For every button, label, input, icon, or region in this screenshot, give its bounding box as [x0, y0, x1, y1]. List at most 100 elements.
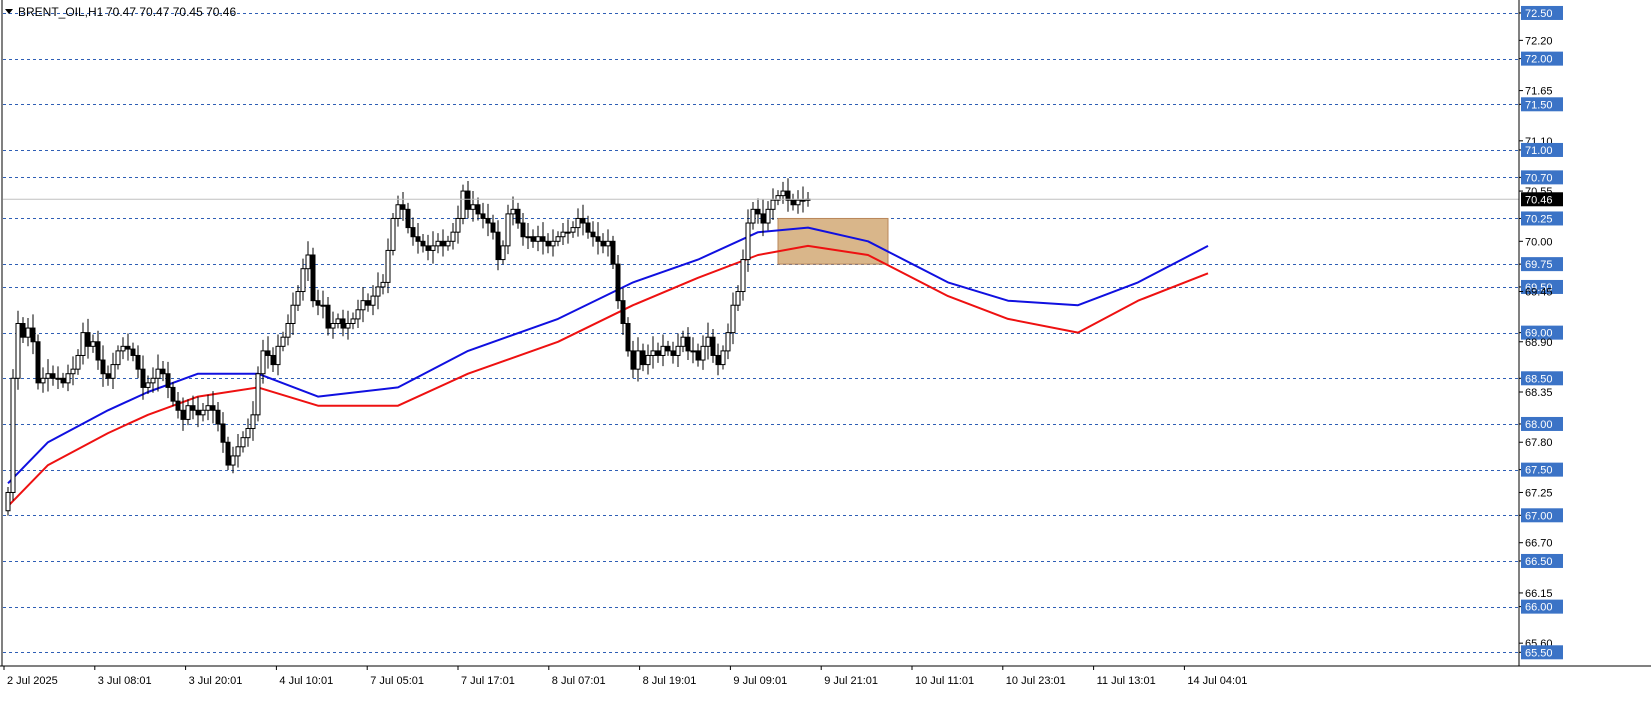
price-tick-label: 67.80: [1525, 437, 1553, 449]
price-tick-label: 66.15: [1525, 588, 1553, 600]
bear-candle: [540, 236, 546, 242]
price-tick-label: 68.35: [1525, 387, 1553, 399]
bull-candle: [645, 354, 651, 366]
bear-candle: [95, 341, 101, 361]
time-tick-label: 3 Jul 20:01: [189, 675, 243, 687]
bull-candle: [500, 245, 506, 261]
bull-candle: [335, 318, 341, 324]
bull-candle: [70, 368, 76, 375]
bull-candle: [235, 446, 241, 457]
bull-candle: [185, 405, 191, 420]
bull-candle: [535, 236, 541, 242]
bear-candle: [410, 227, 416, 238]
bull-candle: [795, 199, 801, 206]
price-tick-label: 72.00: [1525, 54, 1553, 66]
price-tick-label: 65.50: [1525, 647, 1553, 659]
bear-candle: [135, 354, 141, 370]
bear-candle: [760, 213, 766, 224]
bull-candle: [395, 204, 401, 219]
bear-candle: [580, 217, 586, 224]
bull-candle: [445, 240, 451, 247]
bull-candle: [635, 350, 641, 370]
bull-candle: [260, 350, 266, 375]
bull-candle: [205, 405, 211, 411]
bear-candle: [210, 405, 216, 411]
bear-candle: [440, 240, 446, 247]
bull-candle: [380, 281, 386, 288]
bear-candle: [465, 190, 471, 210]
bull-candle: [115, 350, 121, 366]
bear-candle: [585, 222, 591, 233]
bear-candle: [195, 409, 201, 416]
bull-candle: [250, 414, 256, 430]
bull-candle: [560, 231, 566, 238]
time-tick-label: 11 Jul 13:01: [1097, 675, 1156, 687]
bear-candle: [715, 354, 721, 366]
bull-candle: [435, 240, 441, 247]
bear-candle: [325, 304, 331, 329]
time-tick-label: 7 Jul 05:01: [370, 675, 424, 687]
bear-candle: [400, 204, 406, 210]
bear-candle: [50, 373, 56, 379]
bull-candle: [430, 245, 436, 251]
bear-candle: [755, 208, 761, 215]
price-tick-label: 71.65: [1525, 86, 1553, 98]
chart-background: [0, 0, 1651, 705]
bull-candle: [330, 322, 336, 329]
chart-header: BRENT_OIL,H1 70.47 70.47 70.45 70.46: [5, 5, 236, 19]
price-tick-label: 66.70: [1525, 538, 1553, 550]
bull-candle: [350, 318, 356, 324]
bull-candle: [305, 254, 311, 270]
bull-candle: [90, 341, 96, 347]
bear-candle: [225, 441, 231, 466]
price-chart[interactable]: 72.5072.2072.0071.6571.5071.1071.0070.70…: [0, 0, 1651, 705]
price-tick-label: 68.90: [1525, 337, 1553, 349]
bear-candle: [20, 322, 26, 338]
bear-candle: [100, 359, 106, 375]
bull-candle: [605, 240, 611, 247]
bull-candle: [285, 322, 291, 338]
bull-candle: [700, 345, 706, 361]
bull-candle: [385, 249, 391, 283]
bull-candle: [5, 491, 11, 512]
bear-candle: [105, 373, 111, 379]
bull-candle: [730, 304, 736, 334]
bear-candle: [220, 423, 226, 443]
bull-candle: [750, 208, 756, 224]
bull-candle: [295, 291, 301, 306]
bull-candle: [745, 222, 751, 261]
bull-candle: [455, 217, 461, 233]
bear-candle: [520, 222, 526, 238]
bull-candle: [575, 217, 581, 229]
symbol-timeframe: BRENT_OIL,H1: [18, 5, 104, 19]
bull-candle: [450, 231, 456, 242]
price-tick-label: 69.45: [1525, 287, 1553, 299]
bear-candle: [600, 240, 606, 247]
bull-candle: [75, 354, 81, 370]
bull-candle: [345, 322, 351, 329]
price-tick-label: 67.00: [1525, 510, 1553, 522]
bull-candle: [110, 364, 116, 379]
bear-candle: [545, 240, 551, 247]
bear-candle: [790, 199, 796, 206]
bear-candle: [670, 350, 676, 356]
bear-candle: [530, 236, 536, 242]
bull-candle: [660, 345, 666, 356]
bear-candle: [625, 322, 631, 352]
bull-candle: [275, 345, 281, 366]
bull-candle: [155, 368, 161, 379]
price-tick-label: 68.50: [1525, 373, 1553, 385]
bear-candle: [140, 368, 146, 388]
bull-candle: [320, 304, 326, 307]
bear-candle: [620, 300, 626, 324]
bull-candle: [15, 322, 21, 379]
bull-candle: [570, 227, 576, 233]
bear-candle: [160, 368, 166, 375]
bear-candle: [190, 405, 196, 411]
bear-candle: [125, 345, 131, 350]
bull-candle: [375, 286, 381, 297]
price-tick-label: 66.50: [1525, 556, 1553, 568]
bear-candle: [610, 240, 616, 265]
price-tick-label: 67.50: [1525, 465, 1553, 477]
bear-candle: [710, 336, 716, 356]
